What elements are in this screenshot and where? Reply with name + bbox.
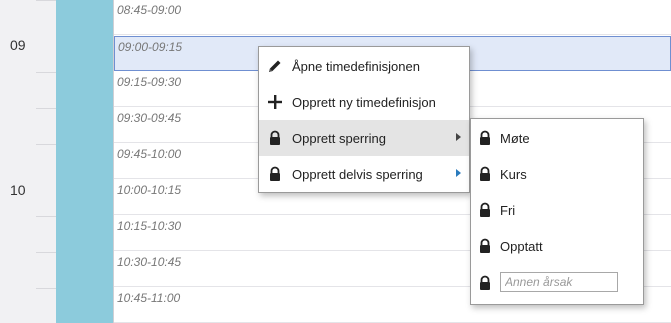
gutter-tick bbox=[36, 288, 56, 289]
time-slot-label: 08:45-09:00 bbox=[117, 3, 182, 17]
pencil-icon bbox=[269, 60, 281, 72]
time-slot-label: 09:30-09:45 bbox=[117, 111, 182, 125]
gutter-tick bbox=[36, 72, 56, 73]
menu-item-open-time-definition[interactable]: Åpne timedefinisjonen bbox=[259, 48, 469, 84]
lock-icon bbox=[480, 202, 490, 217]
lock-icon bbox=[480, 166, 490, 181]
submenu-item-off[interactable]: Fri bbox=[471, 192, 643, 228]
other-reason-input[interactable] bbox=[500, 272, 618, 292]
time-slot-label: 10:00-10:15 bbox=[117, 183, 182, 197]
gutter-tick bbox=[36, 144, 56, 145]
time-slot-label: 10:15-10:30 bbox=[117, 219, 182, 233]
submenu-arrow-icon bbox=[456, 133, 461, 141]
block-reason-submenu: Møte Kurs Fri Opptatt bbox=[470, 118, 644, 305]
time-slot-label: 09:15-09:30 bbox=[117, 75, 182, 89]
submenu-item-label: Opptatt bbox=[500, 239, 543, 254]
time-slot-label: 10:45-11:00 bbox=[117, 291, 181, 305]
time-slot-label: 10:30-10:45 bbox=[117, 255, 182, 269]
gutter-tick bbox=[36, 108, 56, 109]
submenu-item-other-reason bbox=[471, 265, 643, 301]
submenu-item-course[interactable]: Kurs bbox=[471, 156, 643, 192]
gutter-tick bbox=[36, 252, 56, 253]
time-slot-label: 09:45-10:00 bbox=[117, 147, 182, 161]
menu-item-create-time-definition[interactable]: Opprett ny timedefinisjon bbox=[259, 84, 469, 120]
submenu-item-meeting[interactable]: Møte bbox=[471, 120, 643, 156]
lock-icon bbox=[480, 275, 490, 290]
submenu-item-label: Møte bbox=[500, 131, 530, 146]
menu-item-label: Opprett ny timedefinisjon bbox=[292, 95, 436, 110]
hour-gutter: 09 10 bbox=[0, 0, 56, 323]
menu-item-create-block[interactable]: Opprett sperring bbox=[259, 120, 469, 156]
hour-label: 09 bbox=[10, 37, 26, 53]
submenu-item-busy[interactable]: Opptatt bbox=[471, 228, 643, 264]
gutter-tick bbox=[36, 0, 56, 1]
context-menu: Åpne timedefinisjonen Opprett ny timedef… bbox=[258, 46, 470, 193]
lock-icon bbox=[480, 130, 490, 145]
time-slot[interactable]: 08:45-09:00 bbox=[114, 0, 671, 35]
submenu-item-label: Kurs bbox=[500, 167, 527, 182]
submenu-arrow-icon bbox=[456, 169, 461, 177]
resource-color-bar bbox=[56, 0, 113, 323]
hour-label: 10 bbox=[10, 182, 26, 198]
time-slot-label: 09:00-09:15 bbox=[118, 40, 183, 54]
plus-icon bbox=[268, 95, 282, 109]
menu-item-label: Åpne timedefinisjonen bbox=[292, 59, 420, 74]
submenu-item-label: Fri bbox=[500, 203, 516, 218]
menu-item-label: Opprett delvis sperring bbox=[292, 167, 423, 182]
menu-item-create-partial-block[interactable]: Opprett delvis sperring bbox=[259, 156, 469, 192]
gutter-tick bbox=[36, 216, 56, 217]
lock-icon bbox=[480, 238, 490, 253]
lock-icon bbox=[270, 130, 280, 145]
menu-item-label: Opprett sperring bbox=[292, 131, 386, 146]
lock-icon bbox=[270, 166, 280, 181]
